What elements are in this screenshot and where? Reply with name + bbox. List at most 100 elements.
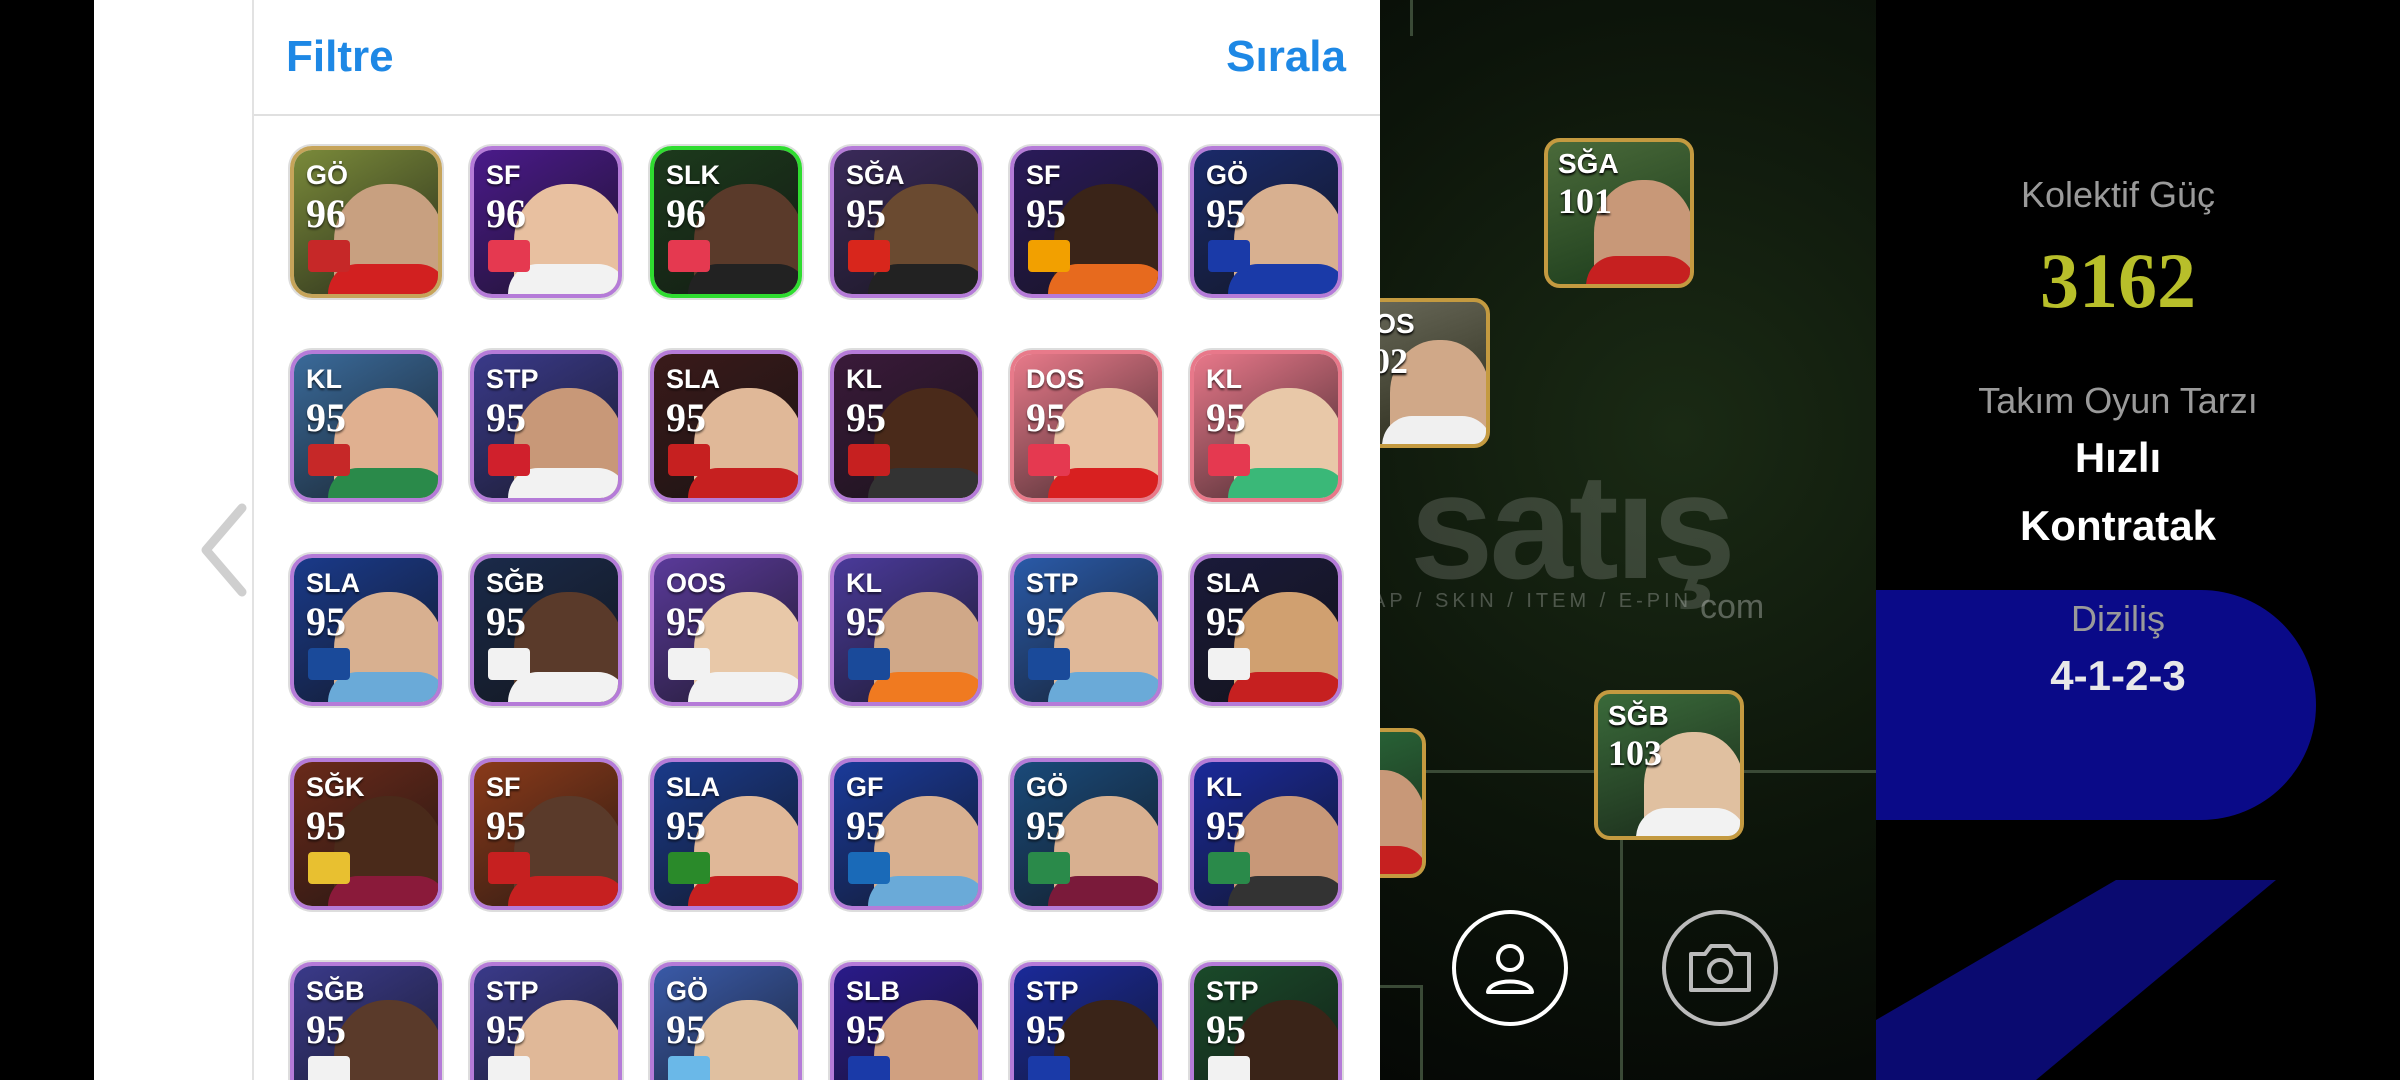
position-label: SĞB bbox=[306, 976, 365, 1006]
pitch-line bbox=[1420, 985, 1423, 1080]
chevron-left-icon[interactable] bbox=[194, 500, 254, 600]
rating-value: 96 bbox=[666, 191, 706, 236]
club-badge-icon bbox=[488, 648, 530, 680]
rating-value: 95 bbox=[1206, 191, 1246, 236]
player-card[interactable]: OOS 95 bbox=[650, 554, 802, 706]
position-label: SLA bbox=[666, 364, 720, 394]
player-card[interactable]: SĞB 95 bbox=[470, 554, 622, 706]
team-playstyle-line1: Hızlı bbox=[2074, 434, 2162, 481]
rating-value: 95 bbox=[666, 1007, 706, 1052]
rating-value: 95 bbox=[1206, 599, 1246, 644]
player-card[interactable]: STP 95 bbox=[470, 962, 622, 1080]
rating-value: 96 bbox=[486, 191, 526, 236]
club-badge-icon bbox=[1028, 444, 1070, 476]
formation-value: 4-1-2-3 bbox=[2050, 652, 2186, 699]
rating-value: 95 bbox=[306, 599, 346, 644]
player-card[interactable]: SF 96 bbox=[470, 146, 622, 298]
rating-value: 95 bbox=[846, 191, 886, 236]
club-badge-icon bbox=[488, 1056, 530, 1080]
rating-value: 95 bbox=[666, 599, 706, 644]
field-player-card[interactable]: SĞB 103 bbox=[1594, 690, 1744, 840]
rating-value: 95 bbox=[486, 599, 526, 644]
player-card[interactable]: KL 95 bbox=[1190, 350, 1342, 502]
rating-value: 95 bbox=[1206, 1007, 1246, 1052]
player-card[interactable]: STP 95 bbox=[1010, 962, 1162, 1080]
field-player-card[interactable] bbox=[1380, 728, 1426, 878]
sort-button[interactable]: Sırala bbox=[1226, 32, 1346, 82]
player-card[interactable]: SLB 95 bbox=[830, 962, 982, 1080]
rating-value: 102 bbox=[1380, 341, 1408, 381]
club-badge-icon bbox=[308, 1056, 350, 1080]
player-card[interactable]: SĞA 95 bbox=[830, 146, 982, 298]
position-label: SĞK bbox=[306, 772, 365, 802]
rating-value: 95 bbox=[306, 1007, 346, 1052]
collective-power-value: 3162 bbox=[2040, 237, 2196, 324]
player-card[interactable]: DOS 95 bbox=[1010, 350, 1162, 502]
rating-value: 95 bbox=[1026, 803, 1066, 848]
club-badge-icon bbox=[848, 852, 890, 884]
position-label: STP bbox=[1026, 568, 1079, 598]
player-card[interactable]: KL 95 bbox=[830, 350, 982, 502]
club-badge-icon bbox=[1208, 444, 1250, 476]
player-card[interactable]: SLA 95 bbox=[650, 758, 802, 910]
player-card[interactable]: GÖ 95 bbox=[1010, 758, 1162, 910]
field-player-card[interactable]: SĞA 101 bbox=[1544, 138, 1694, 288]
player-profile-button[interactable] bbox=[1452, 910, 1568, 1026]
person-icon bbox=[1486, 944, 1534, 994]
position-label: SLK bbox=[666, 160, 720, 190]
rating-value: 95 bbox=[486, 1007, 526, 1052]
club-badge-icon bbox=[308, 444, 350, 476]
club-badge-icon bbox=[848, 444, 890, 476]
player-card[interactable]: STP 95 bbox=[1190, 962, 1342, 1080]
filter-button[interactable]: Filtre bbox=[286, 32, 394, 82]
position-label: KL bbox=[1206, 364, 1242, 394]
position-label: KL bbox=[1206, 772, 1242, 802]
position-label: GÖ bbox=[666, 976, 709, 1006]
club-badge-icon bbox=[848, 1056, 890, 1080]
position-label: SF bbox=[486, 772, 521, 802]
position-label: STP bbox=[486, 364, 539, 394]
player-card[interactable]: STP 95 bbox=[470, 350, 622, 502]
rating-value: 95 bbox=[1026, 191, 1066, 236]
player-card[interactable]: SF 95 bbox=[1010, 146, 1162, 298]
club-badge-icon bbox=[308, 240, 350, 272]
player-card[interactable]: SLA 95 bbox=[650, 350, 802, 502]
player-card[interactable]: SF 95 bbox=[470, 758, 622, 910]
player-card[interactable]: SĞB 95 bbox=[290, 962, 442, 1080]
player-card[interactable]: KL 95 bbox=[1190, 758, 1342, 910]
rating-value: 95 bbox=[666, 803, 706, 848]
player-card[interactable]: SLK 96 bbox=[650, 146, 802, 298]
camera-icon bbox=[1689, 944, 1751, 992]
player-card[interactable]: SĞK 95 bbox=[290, 758, 442, 910]
player-card[interactable]: SLA 95 bbox=[290, 554, 442, 706]
club-badge-icon bbox=[668, 1056, 710, 1080]
player-card[interactable]: GÖ 96 bbox=[290, 146, 442, 298]
player-card[interactable]: GÖ 95 bbox=[650, 962, 802, 1080]
position-label: SĞB bbox=[486, 568, 545, 598]
player-card[interactable]: STP 95 bbox=[1010, 554, 1162, 706]
position-label: SLB bbox=[846, 976, 900, 1006]
club-badge-icon bbox=[1028, 648, 1070, 680]
club-badge-icon bbox=[668, 444, 710, 476]
player-card[interactable]: KL 95 bbox=[290, 350, 442, 502]
player-card[interactable]: SLA 95 bbox=[1190, 554, 1342, 706]
camera-button[interactable] bbox=[1662, 910, 1778, 1026]
rating-value: 95 bbox=[846, 395, 886, 440]
field-player-card[interactable]: DOS 102 bbox=[1380, 298, 1490, 448]
position-label: SF bbox=[486, 160, 521, 190]
position-label: DOS bbox=[1026, 364, 1085, 394]
position-label: SF bbox=[1026, 160, 1061, 190]
panel-header: Filtre Sırala bbox=[254, 0, 1380, 116]
player-card[interactable]: KL 95 bbox=[830, 554, 982, 706]
position-label: GÖ bbox=[1026, 772, 1069, 802]
club-badge-icon bbox=[668, 648, 710, 680]
player-card[interactable]: GF 95 bbox=[830, 758, 982, 910]
position-label: SĞA bbox=[846, 160, 905, 190]
pitch-line bbox=[1380, 985, 1420, 988]
club-badge-icon bbox=[1208, 648, 1250, 680]
position-label: GÖ bbox=[1206, 160, 1249, 190]
blue-slant-shape bbox=[1876, 880, 2276, 1080]
player-card[interactable]: GÖ 95 bbox=[1190, 146, 1342, 298]
rating-value: 95 bbox=[1026, 1007, 1066, 1052]
rating-value: 95 bbox=[1026, 599, 1066, 644]
